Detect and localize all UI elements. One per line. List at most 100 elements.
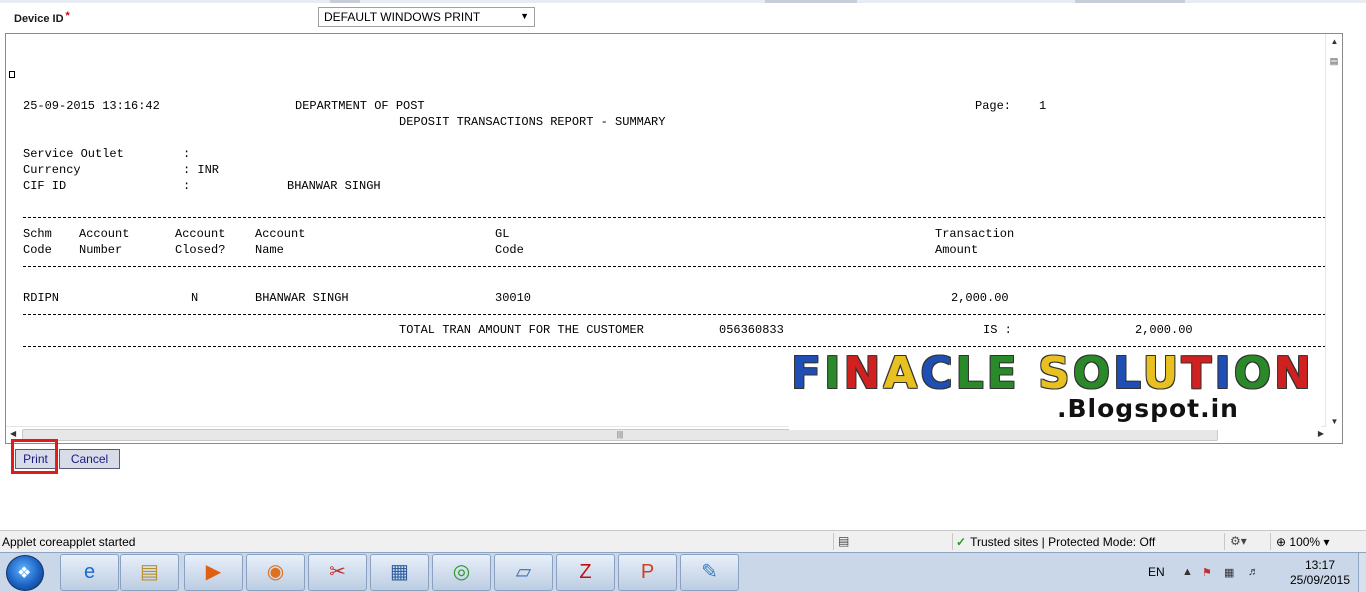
watermark-letter: A [883,348,921,399]
device-id-label-text: Device ID [14,13,64,25]
col-header-schm-2: Code [23,243,52,257]
action-center-icon[interactable]: ⚑ [1202,566,1212,579]
col-header-account-name-1: Account [255,227,306,241]
scroll-down-icon[interactable]: ▼ [1326,417,1342,426]
powerpoint-icon[interactable]: P [618,554,677,591]
watermark-title: FINACLE SOLUTION [791,348,1314,399]
col-header-account-number-1: Account [79,227,130,241]
watermark-letter: I [824,348,844,399]
checkbox-glyph [9,71,15,78]
tray-expand-icon[interactable]: ▲ [1182,566,1193,578]
scroll-right-icon[interactable]: ▶ [1318,429,1324,438]
status-divider [952,533,953,550]
vertical-scrollbar[interactable]: ▲ ▤ ▼ [1325,34,1342,428]
report-divider [23,266,1326,267]
media-player-icon[interactable]: ▶ [184,554,243,591]
network-icon[interactable]: ▦ [1224,566,1234,579]
row-tran-amount: 2,000.00 [951,291,1009,305]
watermark-letter: O [1072,348,1114,399]
watermark-letter [1020,348,1038,399]
windows-logo-icon: ❖ [17,565,32,582]
internet-explorer-icon[interactable]: e [60,554,119,591]
report-page-label: Page: [975,99,1012,113]
chrome-icon[interactable]: ◎ [432,554,491,591]
watermark-letter: O [1233,348,1275,399]
chevron-down-icon[interactable]: ▼ [520,11,529,21]
service-outlet-label: Service Outlet [23,147,124,161]
col-header-tran-amount-2: Amount [935,243,979,257]
clock-date: 25/09/2015 [1289,573,1351,587]
report-divider [23,314,1326,315]
report-page-number: 1 [1039,99,1047,113]
total-amount: 2,000.00 [1135,323,1193,337]
cif-id-colon: : [183,179,191,193]
gear-icon[interactable]: ⚙▾ [1230,534,1247,548]
device-id-select-value: DEFAULT WINDOWS PRINT [324,10,481,24]
row-account-name: BHANWAR SINGH [255,291,349,305]
status-divider [833,533,834,550]
top-strip-segment [330,0,360,3]
watermark-letter: N [843,348,884,399]
snipping-tool-icon[interactable]: ✂ [308,554,367,591]
top-strip-segment [1075,0,1185,3]
col-header-tran-amount-1: Transaction [935,227,1015,241]
file-explorer-icon[interactable]: ▤ [120,554,179,591]
scroll-left-icon[interactable]: ◀ [10,429,16,438]
window-top-strip [0,0,1366,3]
top-strip-segment [765,0,857,3]
system-clock[interactable]: 13:17 25/09/2015 [1282,558,1358,588]
report-department: DEPARTMENT OF POST [295,99,425,113]
language-indicator[interactable]: EN [1148,565,1165,579]
horizontal-scroll-thumb[interactable]: ||| [22,429,1218,441]
security-zone[interactable]: ✓ Trusted sites | Protected Mode: Off [956,535,1155,549]
scroll-thumb-icon[interactable]: ▤ [1326,56,1342,68]
page-icon[interactable]: ▤ [838,534,849,548]
windows-taskbar: ❖ e ▤ ▶ ◉ ✂ ▦ ◎ ▱ Z P ✎ EN ▲ ⚑ ▦ ♬ 13:17… [0,552,1366,592]
cif-id-value: BHANWAR SINGH [287,179,381,193]
print-button[interactable]: Print [15,449,56,469]
report-divider [23,217,1326,218]
watermark-letter: T [1181,348,1215,399]
start-button[interactable]: ❖ [6,555,44,591]
paint-icon[interactable]: ✎ [680,554,739,591]
currency-label: Currency [23,163,81,177]
check-icon: ✓ [956,535,967,549]
required-asterisk: * [65,10,70,22]
watermark-subtitle: .Blogspot.in [1057,394,1239,423]
filezilla-icon[interactable]: Z [556,554,615,591]
watermark-letter: I [1214,348,1234,399]
notepad-icon[interactable]: ▱ [494,554,553,591]
zoom-control[interactable]: ⊕ 100% ▾ [1276,535,1329,549]
currency-value: : INR [183,163,220,177]
service-outlet-colon: : [183,147,191,161]
total-is-label: IS : [983,323,1012,337]
watermark-letter: C [920,348,956,399]
cancel-button[interactable]: Cancel [59,449,120,469]
scroll-up-icon[interactable]: ▲ [1326,37,1342,46]
watermark-letter: N [1274,348,1314,399]
watermark-letter: L [955,348,987,399]
control-panel-icon[interactable]: ▦ [370,554,429,591]
device-id-select[interactable]: DEFAULT WINDOWS PRINT ▼ [318,7,535,27]
row-schm-code: RDIPN [23,291,60,305]
col-header-account-closed-2: Closed? [175,243,226,257]
watermark-letter: U [1142,348,1182,399]
col-header-account-number-2: Number [79,243,123,257]
volume-icon[interactable]: ♬ [1248,566,1259,578]
show-desktop-button[interactable] [1358,553,1366,592]
report-title: DEPOSIT TRANSACTIONS REPORT - SUMMARY [399,115,666,129]
total-cif: 056360833 [719,323,784,337]
report-datetime: 25-09-2015 13:16:42 [23,99,160,113]
firefox-icon[interactable]: ◉ [246,554,305,591]
zoom-level: 100% [1289,535,1321,549]
col-header-gl-code-2: Code [495,243,524,257]
col-header-account-name-2: Name [255,243,284,257]
col-header-account-closed-1: Account [175,227,226,241]
cif-id-label: CIF ID [23,179,67,193]
row-gl-code: 30010 [495,291,532,305]
watermark-letter: S [1038,348,1073,399]
report-divider [23,346,1326,347]
watermark-letter: F [791,348,825,399]
finacle-solution-watermark: FINACLE SOLUTION .Blogspot.in [789,348,1321,430]
col-header-gl-code-1: GL [495,227,510,241]
